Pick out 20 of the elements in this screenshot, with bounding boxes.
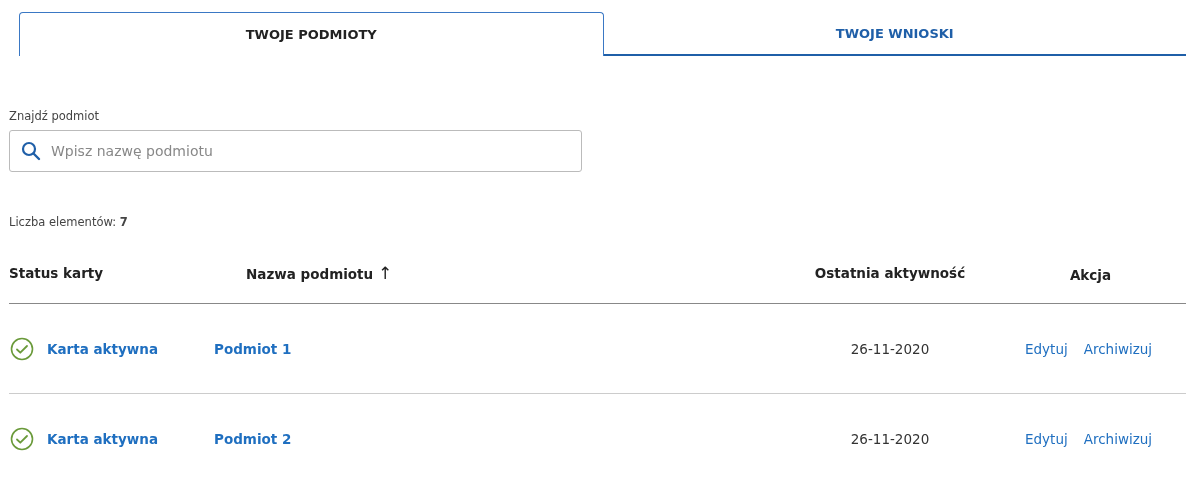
status-link[interactable]: Karta aktywna — [47, 430, 159, 447]
action-link[interactable]: Edytuj — [1025, 340, 1068, 357]
tab[interactable]: TWOJE PODMIOTY — [19, 12, 604, 56]
activity-date: 26-11-2020 — [850, 431, 930, 447]
entity-name-link[interactable]: Podmiot 2 — [205, 431, 292, 447]
status-link[interactable]: Karta aktywna — [47, 340, 159, 357]
action-link[interactable]: Archiwizuj — [1083, 430, 1153, 447]
column-header: Ostatnia aktywność — [813, 265, 967, 281]
item-count: Liczba elementów: 7 — [9, 215, 129, 229]
column-header: Akcja — [1068, 266, 1113, 283]
search-field[interactable]: Wpisz nazwę podmiotu — [9, 130, 582, 172]
search-label: Znajdź podmiot — [9, 109, 100, 123]
entity-name-link[interactable]: Podmiot 1 — [205, 341, 292, 357]
action-link[interactable]: Archiwizuj — [1083, 340, 1153, 357]
check-circle-icon — [10, 336, 34, 361]
action-link[interactable]: Edytuj — [1025, 430, 1068, 447]
activity-date: 26-11-2020 — [850, 341, 930, 357]
column-header[interactable]: Nazwa podmiotu ↑ — [205, 263, 785, 283]
column-header: Status karty — [9, 265, 105, 281]
check-circle-icon — [10, 426, 34, 451]
